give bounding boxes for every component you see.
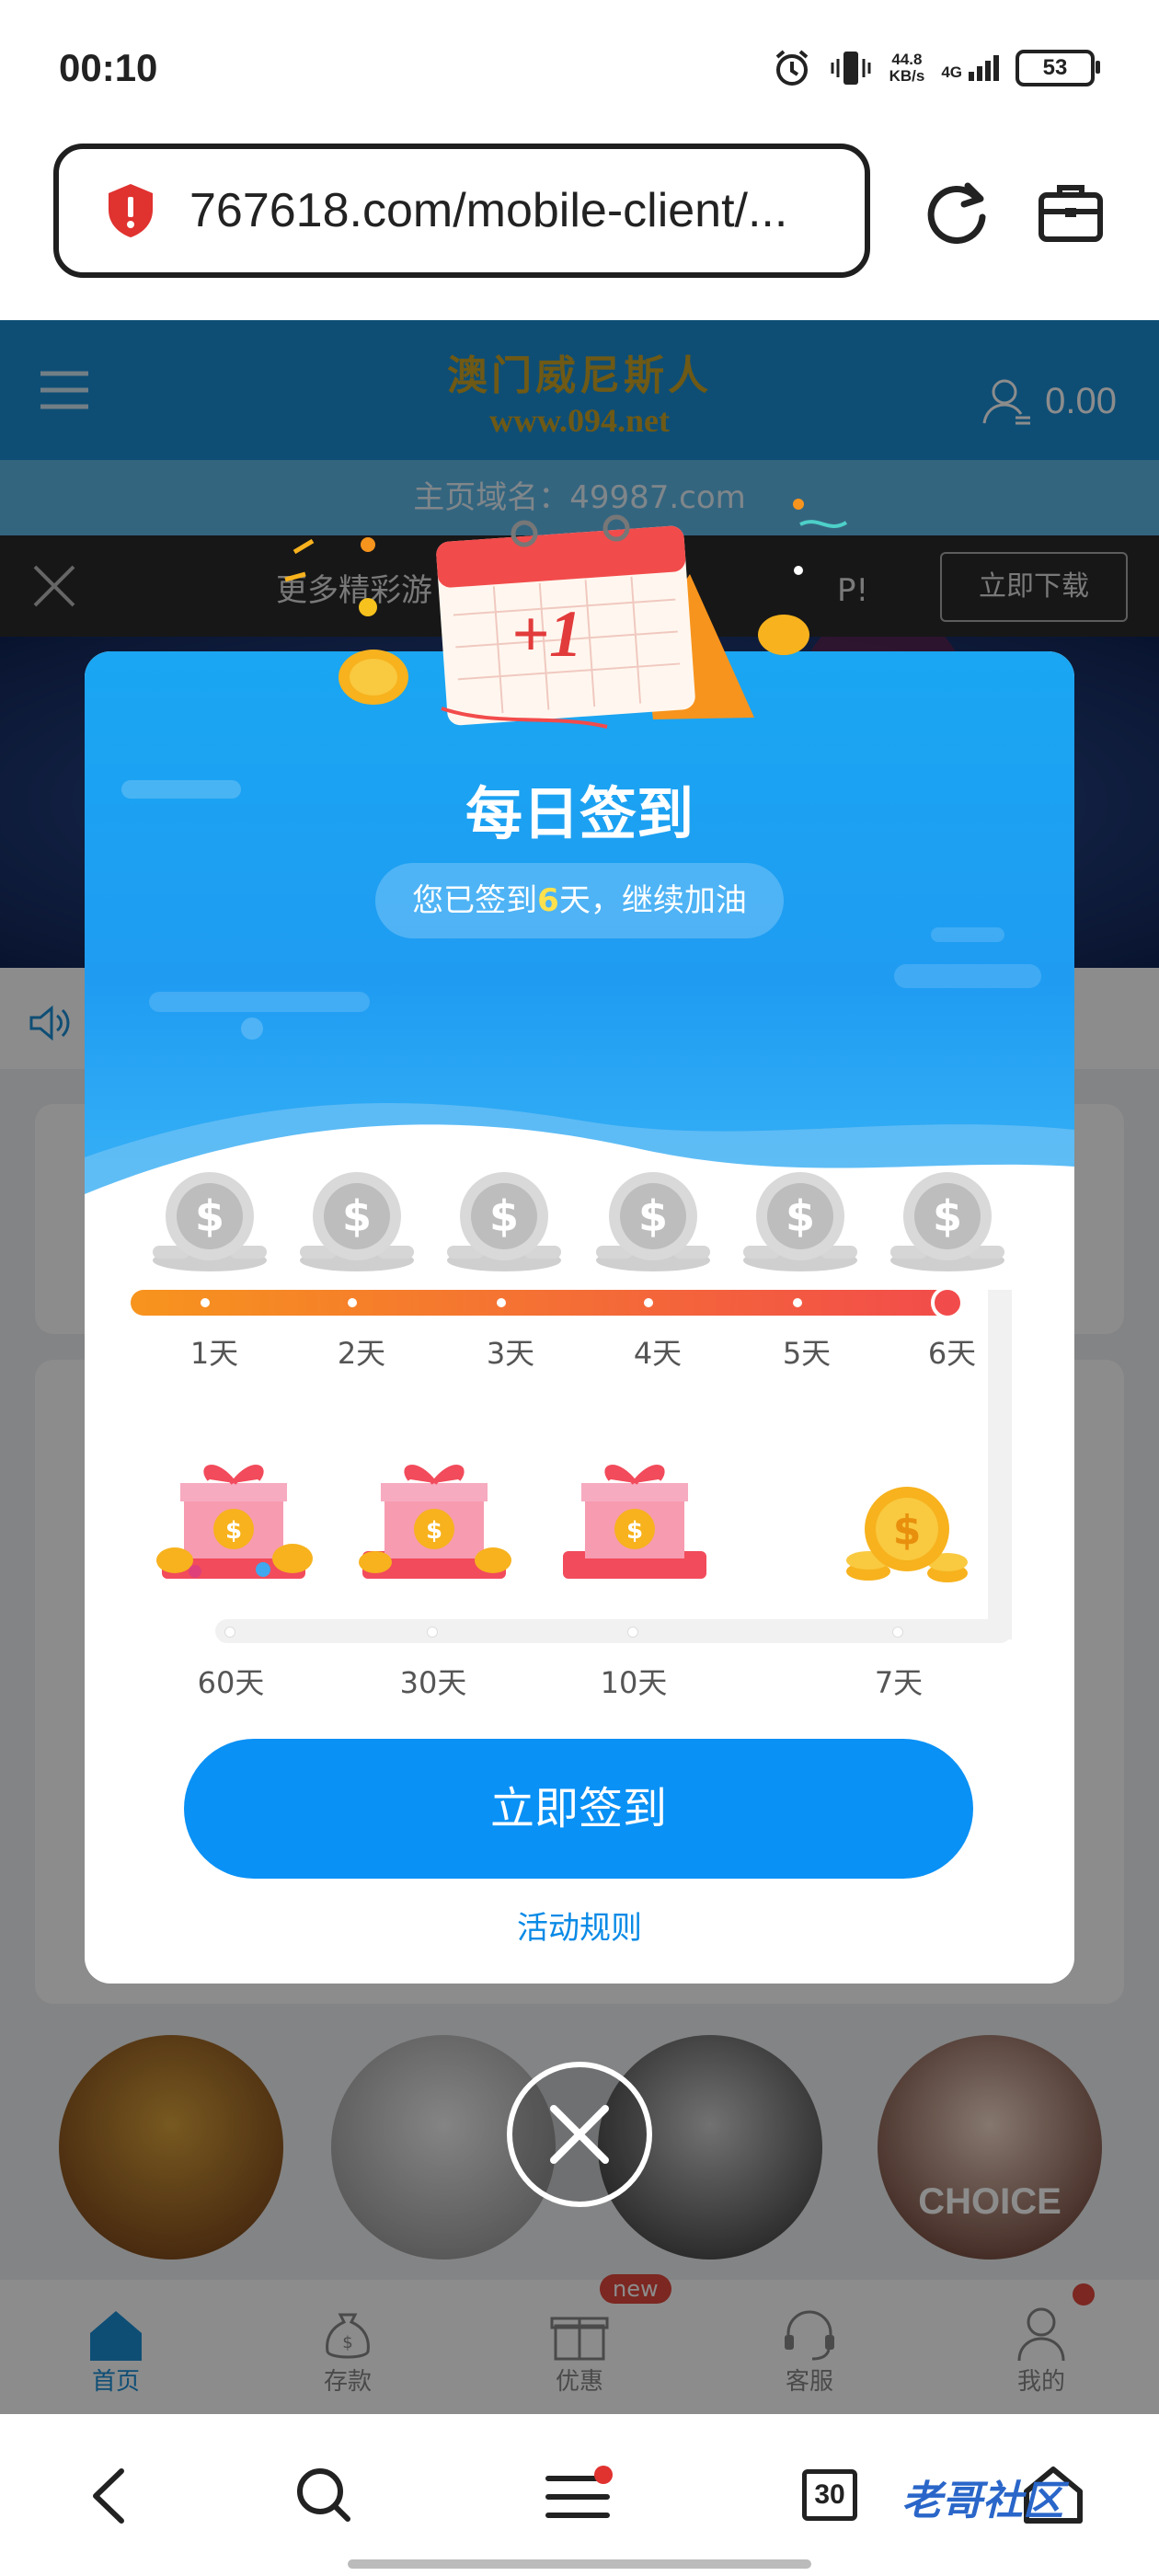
search-icon[interactable] — [294, 2466, 353, 2524]
daily-checkin-modal: 每日签到 您已签到6天，继续加油 $ $ $ $ $ $ 1天 2天 3天 4天… — [85, 651, 1074, 1984]
progress-dot — [201, 1298, 210, 1307]
svg-text:$: $ — [426, 1517, 442, 1545]
progress-track — [131, 1286, 964, 1319]
progress-dot — [793, 1298, 802, 1307]
briefcase-icon[interactable] — [1038, 180, 1104, 247]
url-text[interactable]: 767618.com/mobile-client/... — [189, 183, 833, 238]
progress-dot — [224, 1627, 235, 1638]
day-label: 5天 — [782, 1336, 832, 1371]
silver-coin-icon: $ — [153, 1172, 267, 1271]
silver-coin-icon: $ — [596, 1172, 710, 1271]
progress-dot — [497, 1298, 506, 1307]
modal-close-icon[interactable] — [504, 2059, 655, 2210]
signal-icon: 4G — [941, 55, 999, 81]
silver-coin-icon: $ — [890, 1172, 1004, 1271]
calendar-plus-one: +1 — [511, 597, 583, 671]
progress-current-marker — [931, 1286, 964, 1319]
day-label: 6天 — [927, 1336, 977, 1371]
svg-text:$: $ — [225, 1517, 242, 1545]
day-label: 10天 — [600, 1665, 668, 1700]
gold-coin-icon: $ — [846, 1487, 968, 1582]
gesture-home-bar[interactable] — [348, 2559, 811, 2569]
gift-box-icon: $ — [156, 1465, 313, 1579]
status-icons: 44.8 KB/s 4G 53 — [772, 48, 1100, 88]
progress-track — [215, 1619, 1012, 1643]
watermark-logo: 老哥社区 — [901, 2478, 1063, 2524]
day-label: 1天 — [189, 1336, 239, 1371]
alarm-icon — [775, 50, 808, 86]
gift-box-icon: $ — [563, 1465, 706, 1579]
day-label: 7天 — [874, 1665, 924, 1700]
day-label: 4天 — [633, 1336, 683, 1371]
silver-coin-icon: $ — [743, 1172, 857, 1271]
security-warning-icon[interactable] — [105, 182, 156, 239]
reload-icon[interactable] — [920, 177, 993, 250]
day-label: 2天 — [337, 1336, 386, 1371]
svg-text:$: $ — [489, 1191, 519, 1241]
gift-box-icon: $ — [359, 1465, 511, 1579]
tabs-count-button[interactable]: 30 — [802, 2469, 857, 2521]
progress-dot — [892, 1627, 903, 1638]
net-speed: 44.8 KB/s — [889, 51, 925, 85]
address-bar[interactable]: 767618.com/mobile-client/... — [53, 144, 870, 278]
progress-dot — [427, 1627, 438, 1638]
silver-coin-icon: $ — [300, 1172, 414, 1271]
back-icon[interactable] — [88, 2467, 129, 2524]
activity-rules-link[interactable]: 活动规则 — [85, 1903, 1074, 1948]
progress-dot — [348, 1298, 357, 1307]
progress-dot — [644, 1298, 653, 1307]
day-label: 3天 — [486, 1336, 535, 1371]
svg-text:$: $ — [786, 1191, 815, 1241]
svg-text:$: $ — [626, 1517, 643, 1545]
day-label: 30天 — [399, 1665, 467, 1700]
progress-dot — [627, 1627, 638, 1638]
svg-text:$: $ — [933, 1191, 962, 1241]
svg-text:$: $ — [893, 1507, 922, 1554]
svg-text:$: $ — [195, 1191, 224, 1241]
svg-text:$: $ — [342, 1191, 372, 1241]
status-time: 00:10 — [59, 46, 158, 89]
day-label: 60天 — [197, 1665, 265, 1700]
status-bar: 00:10 44.8 KB/s 4G 53 — [0, 0, 1159, 138]
sign-in-button[interactable]: 立即签到 — [184, 1739, 973, 1879]
vibrate-icon — [831, 52, 871, 85]
menu-icon[interactable] — [545, 2466, 614, 2524]
battery-icon: 53 — [1016, 50, 1100, 86]
silver-coin-icon: $ — [447, 1172, 561, 1271]
svg-text:$: $ — [638, 1191, 668, 1241]
